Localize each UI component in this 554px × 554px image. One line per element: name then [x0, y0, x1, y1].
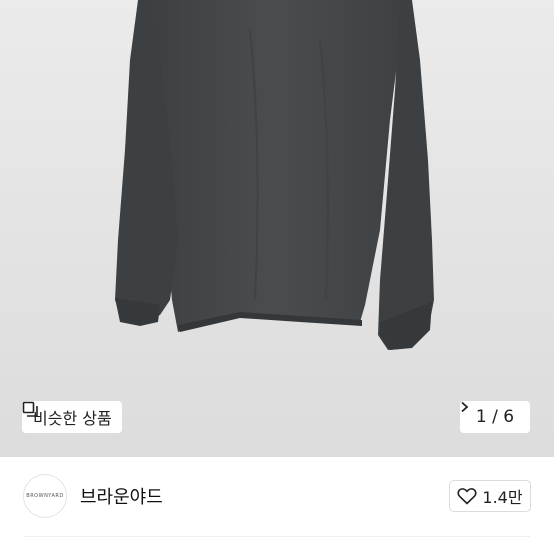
store-logo-text: BROWNYARD	[26, 493, 64, 499]
product-image[interactable]: 비슷한 상품 1 / 6	[0, 0, 554, 457]
chevron-right-icon	[461, 401, 469, 413]
similar-products-icon	[22, 401, 38, 417]
like-button[interactable]: 1.4만	[449, 480, 531, 512]
heart-icon	[457, 488, 477, 505]
like-count: 1.4만	[482, 488, 523, 507]
store-avatar[interactable]: BROWNYARD	[23, 474, 67, 518]
image-counter-separator: /	[492, 407, 498, 427]
image-counter[interactable]: 1 / 6	[460, 401, 530, 433]
store-name[interactable]: 브라운야드	[80, 483, 163, 509]
similar-products-button[interactable]: 비슷한 상품	[22, 401, 122, 433]
image-counter-total: 6	[503, 407, 515, 427]
shirt-illustration	[115, 0, 434, 350]
similar-products-label: 비슷한 상품	[33, 409, 112, 428]
image-counter-text: 1 / 6	[476, 407, 514, 427]
image-counter-current: 1	[475, 407, 487, 427]
divider	[24, 536, 530, 537]
